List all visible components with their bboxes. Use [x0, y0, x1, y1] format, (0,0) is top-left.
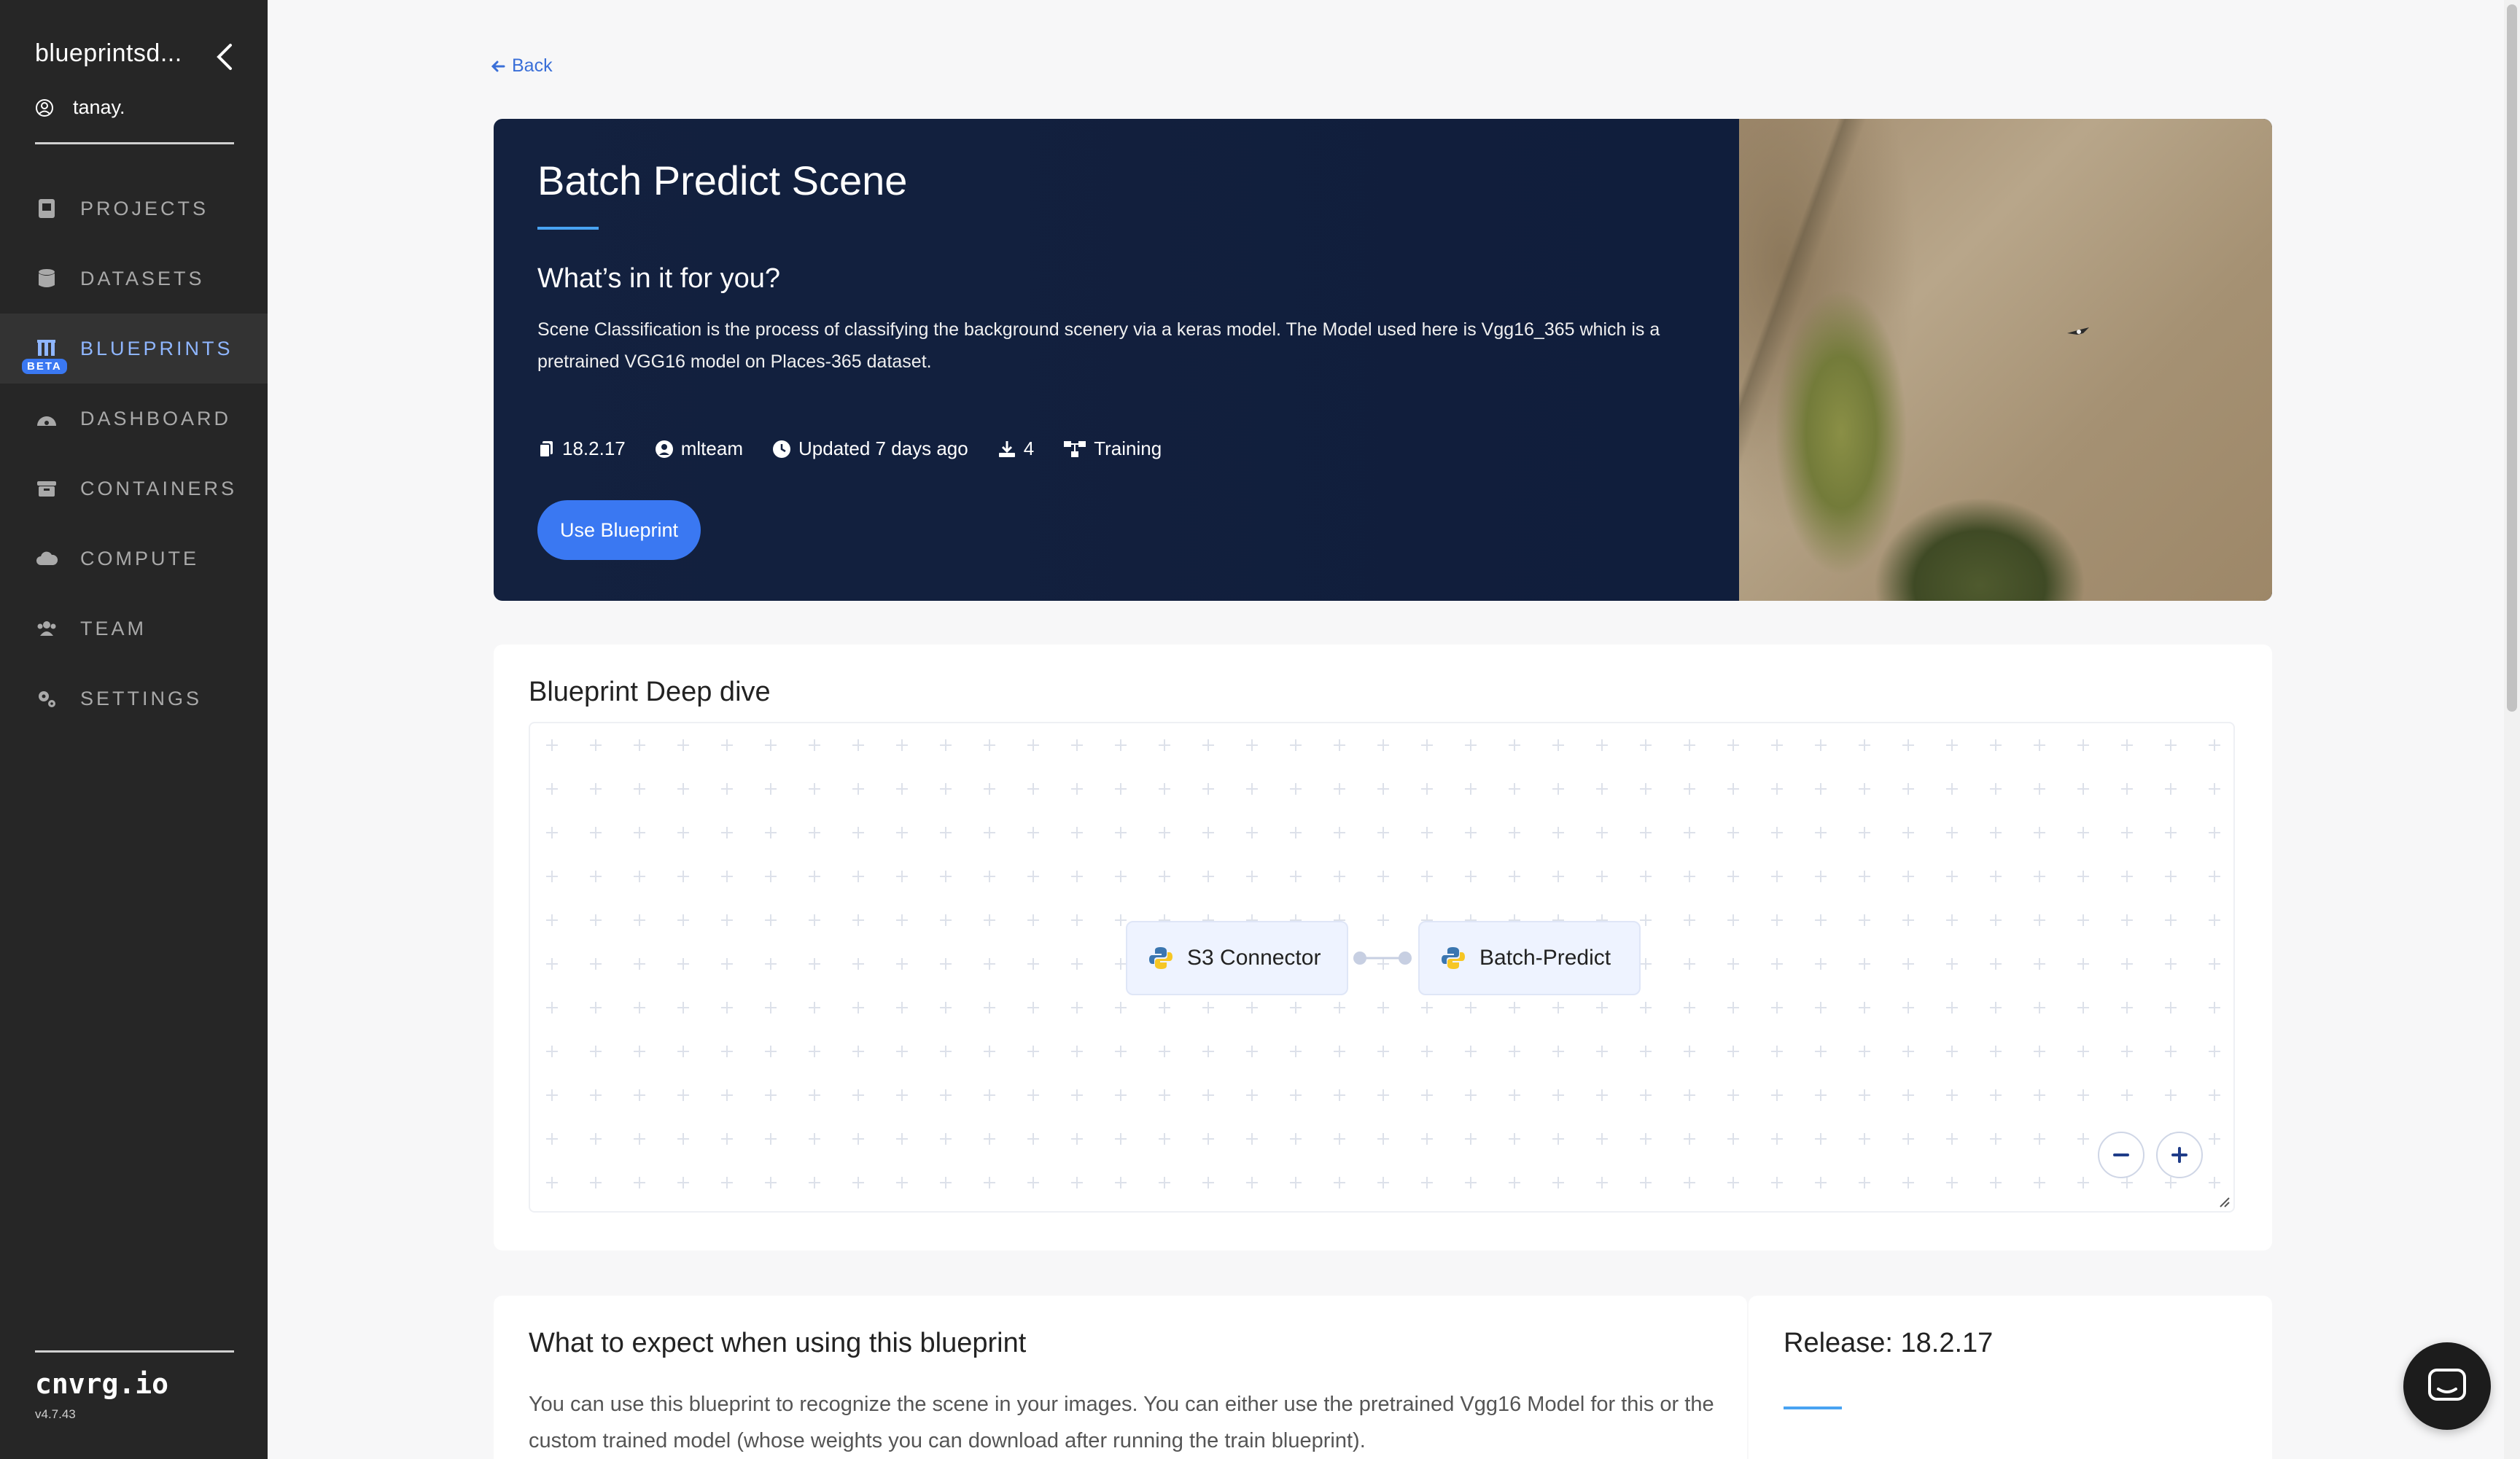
- release-card: Release: 18.2.17: [1749, 1296, 2272, 1459]
- title-underline: [537, 227, 599, 230]
- cloud-icon: [36, 551, 58, 565]
- divider: [35, 1350, 234, 1353]
- canvas-grid: [546, 739, 2220, 1188]
- resize-handle-icon[interactable]: [2217, 1195, 2231, 1208]
- blueprints-icon: [37, 340, 55, 356]
- page-title: Batch Predict Scene: [537, 157, 908, 203]
- user-name: tanay.: [73, 96, 125, 118]
- org-name[interactable]: blueprintsd...: [35, 39, 182, 68]
- back-label: Back: [512, 55, 553, 76]
- projects-icon: [39, 199, 55, 218]
- python-icon: [1149, 947, 1172, 969]
- minus-icon: [2113, 1153, 2129, 1156]
- expect-text: You can use this blueprint to recognize …: [529, 1393, 1714, 1452]
- zoom-in-button[interactable]: [2156, 1132, 2203, 1178]
- updated-value: Updated 7 days ago: [798, 437, 968, 459]
- copy-icon: [539, 440, 553, 458]
- image-texture: [1739, 119, 2272, 601]
- release-underline: [1784, 1407, 1842, 1409]
- meta-updated: Updated 7 days ago: [772, 437, 968, 460]
- sidebar-item-team[interactable]: TEAM: [0, 594, 268, 664]
- downloads-value: 4: [1023, 437, 1035, 459]
- flow-node-batch-predict[interactable]: Batch-Predict: [1418, 921, 1641, 995]
- user-icon: [36, 98, 53, 117]
- sidebar-item-label: SETTINGS: [80, 687, 203, 709]
- node-label: Batch-Predict: [1479, 946, 1611, 970]
- flow-canvas[interactable]: S3 Connector Batch-Predict: [529, 722, 2235, 1213]
- sidebar-item-label: PROJECTS: [80, 197, 209, 219]
- hero-description: Scene Classification is the process of c…: [537, 319, 1660, 372]
- meta-downloads: 4: [998, 437, 1034, 460]
- sidebar-item-label: DATASETS: [80, 267, 205, 289]
- user-row[interactable]: tanay.: [35, 96, 125, 119]
- chat-launcher-button[interactable]: [2403, 1342, 2491, 1430]
- node-label: S3 Connector: [1187, 946, 1321, 970]
- sidebar-item-label: BLUEPRINTS: [80, 337, 233, 359]
- download-icon: [998, 440, 1015, 457]
- deep-dive-title: Blueprint Deep dive: [529, 677, 771, 707]
- expect-title: What to expect when using this blueprint: [529, 1328, 1027, 1358]
- author-value: mlteam: [680, 437, 743, 459]
- beta-badge: BETA: [22, 359, 67, 374]
- sidebar-item-label: DASHBOARD: [80, 407, 232, 429]
- flow-node-s3-connector[interactable]: S3 Connector: [1126, 921, 1348, 995]
- zoom-out-button[interactable]: [2098, 1132, 2144, 1178]
- sidebar-nav: PROJECTS DATASETS BLUEPRINTS BETA DASHBO…: [0, 174, 268, 734]
- blueprint-image: [1739, 119, 2272, 601]
- chat-icon: [2428, 1369, 2466, 1401]
- sidebar-item-datasets[interactable]: DATASETS: [0, 244, 268, 314]
- blueprint-meta-row: 18.2.17 mlteam Updated 7 days ago 4 Trai…: [537, 437, 1162, 460]
- use-blueprint-button[interactable]: Use Blueprint: [537, 500, 701, 560]
- sidebar-item-blueprints[interactable]: BLUEPRINTS BETA: [0, 314, 268, 384]
- deep-dive-card: Blueprint Deep dive S3 Connector Batch-P…: [494, 645, 2272, 1250]
- sidebar-item-label: CONTAINERS: [80, 477, 238, 499]
- python-icon: [1442, 947, 1465, 969]
- sidebar-item-dashboard[interactable]: DASHBOARD: [0, 384, 268, 454]
- sidebar-item-label: COMPUTE: [80, 547, 199, 569]
- brand-logo: cnvrg.io: [35, 1368, 169, 1400]
- hero-content: Batch Predict Scene What’s in it for you…: [494, 119, 1739, 601]
- hero-subtitle: What’s in it for you?: [537, 263, 781, 294]
- back-link[interactable]: Back: [490, 55, 553, 77]
- expect-card: What to expect when using this blueprint…: [494, 1296, 1747, 1459]
- plus-icon: [2171, 1147, 2188, 1163]
- datasets-icon: [39, 269, 55, 287]
- scrollbar-thumb[interactable]: [2507, 4, 2517, 712]
- meta-author: mlteam: [655, 437, 743, 460]
- sidebar: blueprintsd... tanay. PROJECTS DATASETS …: [0, 0, 268, 1459]
- sidebar-item-compute[interactable]: COMPUTE: [0, 524, 268, 594]
- team-icon: [37, 621, 56, 636]
- sidebar-item-label: TEAM: [80, 617, 147, 639]
- arrow-left-icon: [491, 61, 505, 71]
- containers-icon: [37, 481, 56, 497]
- meta-version: 18.2.17: [537, 437, 626, 460]
- chevron-left-icon[interactable]: [211, 42, 238, 71]
- dashboard-icon: [37, 416, 56, 426]
- sidebar-item-projects[interactable]: PROJECTS: [0, 174, 268, 244]
- app-version: v4.7.43: [35, 1407, 76, 1421]
- clock-icon: [773, 440, 790, 458]
- type-value: Training: [1094, 437, 1162, 459]
- divider: [35, 142, 234, 144]
- drone-marker: [2067, 327, 2089, 335]
- settings-icon: [39, 691, 55, 707]
- user-circle-icon: [655, 440, 673, 458]
- meta-type: Training: [1063, 437, 1162, 460]
- version-value: 18.2.17: [562, 437, 626, 459]
- release-title: Release: 18.2.17: [1784, 1328, 1994, 1358]
- sidebar-item-settings[interactable]: SETTINGS: [0, 664, 268, 734]
- blueprint-hero: Batch Predict Scene What’s in it for you…: [494, 119, 2272, 601]
- sidebar-item-containers[interactable]: CONTAINERS: [0, 454, 268, 524]
- flow-icon: [1064, 440, 1086, 457]
- node-connector: [1353, 952, 1412, 965]
